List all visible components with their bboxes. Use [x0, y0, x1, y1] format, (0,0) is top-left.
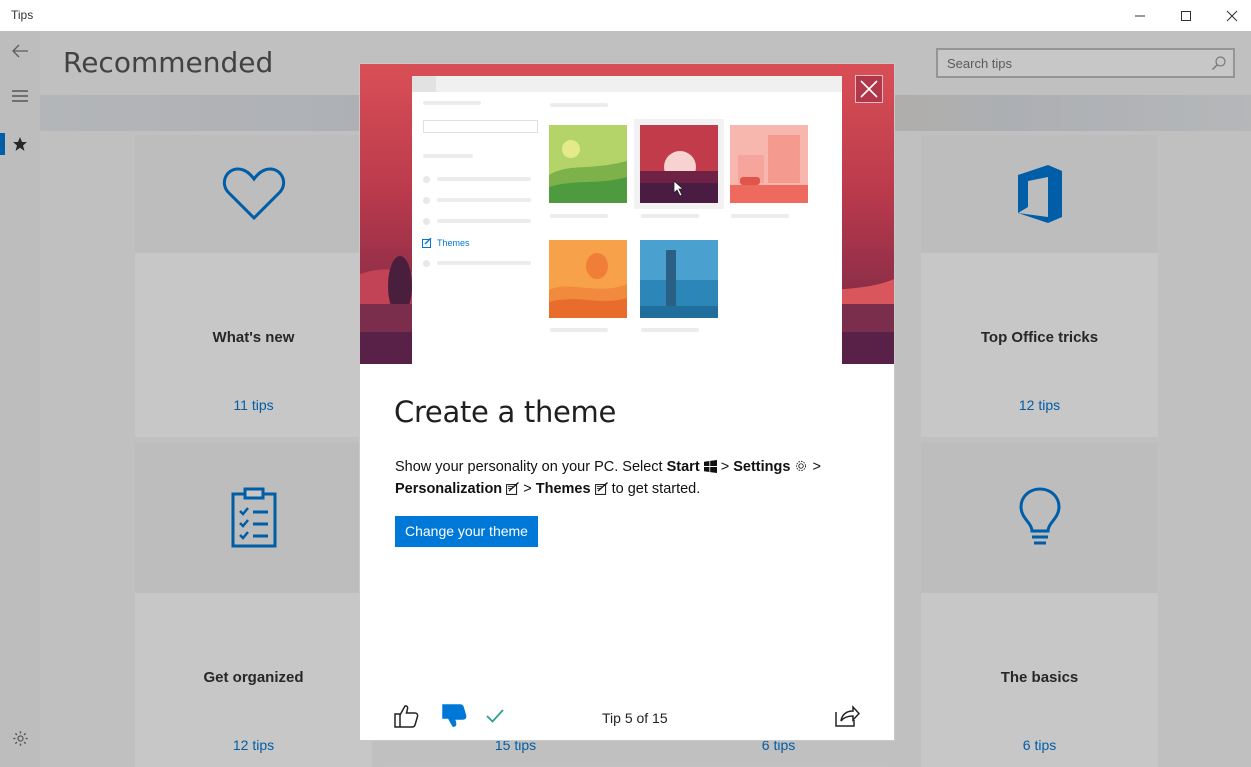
theme-thumbnail-sunset-selected: [634, 119, 724, 209]
themes-label: Themes: [535, 481, 591, 497]
checkmark-icon: [486, 709, 504, 723]
change-theme-button[interactable]: Change your theme: [395, 516, 538, 547]
dialog-close-button[interactable]: [855, 75, 883, 103]
start-label: Start: [666, 459, 700, 475]
mock-themes-item: Themes: [422, 238, 470, 248]
app-title: Tips: [11, 8, 34, 22]
personalization-icon: [506, 482, 520, 495]
title-bar: Tips: [0, 0, 1251, 31]
maximize-icon: [1181, 10, 1191, 21]
theme-thumbnail-city: [730, 125, 808, 203]
theme-thumbnail-balloon: [549, 240, 627, 318]
close-icon: [860, 80, 878, 98]
tip-description: Show your personality on your PC. Select…: [395, 459, 821, 497]
theme-thumbnail-meadow: [549, 125, 627, 203]
maximize-button[interactable]: [1163, 0, 1209, 31]
tip-hero-image: Themes: [360, 64, 894, 364]
minimize-icon: [1135, 15, 1145, 16]
thumbs-down-icon: [442, 704, 467, 727]
tried-it-button[interactable]: [481, 702, 509, 730]
themes-icon: [422, 238, 432, 248]
thumbs-up-icon: [394, 705, 419, 728]
like-button[interactable]: [392, 702, 420, 730]
window-close-button[interactable]: [1209, 0, 1251, 31]
settings-label: Settings: [733, 459, 791, 475]
tip-dialog: Themes Create a theme Show your personal…: [360, 64, 894, 740]
themes-icon: [594, 482, 608, 495]
mock-themes-label: Themes: [437, 238, 470, 248]
minimize-button[interactable]: [1117, 0, 1163, 31]
share-button[interactable]: [833, 702, 861, 730]
share-icon: [835, 705, 860, 727]
close-icon: [1226, 10, 1238, 21]
theme-thumbnail-lighthouse: [640, 240, 718, 318]
tip-title: Create a theme: [394, 395, 617, 429]
tip-counter: Tip 5 of 15: [602, 710, 668, 726]
dislike-button[interactable]: [440, 702, 468, 730]
gear-icon: [796, 461, 807, 471]
windows-logo-icon: [703, 460, 717, 473]
settings-mockup: Themes: [412, 76, 842, 364]
personalization-label: Personalization: [395, 481, 503, 497]
